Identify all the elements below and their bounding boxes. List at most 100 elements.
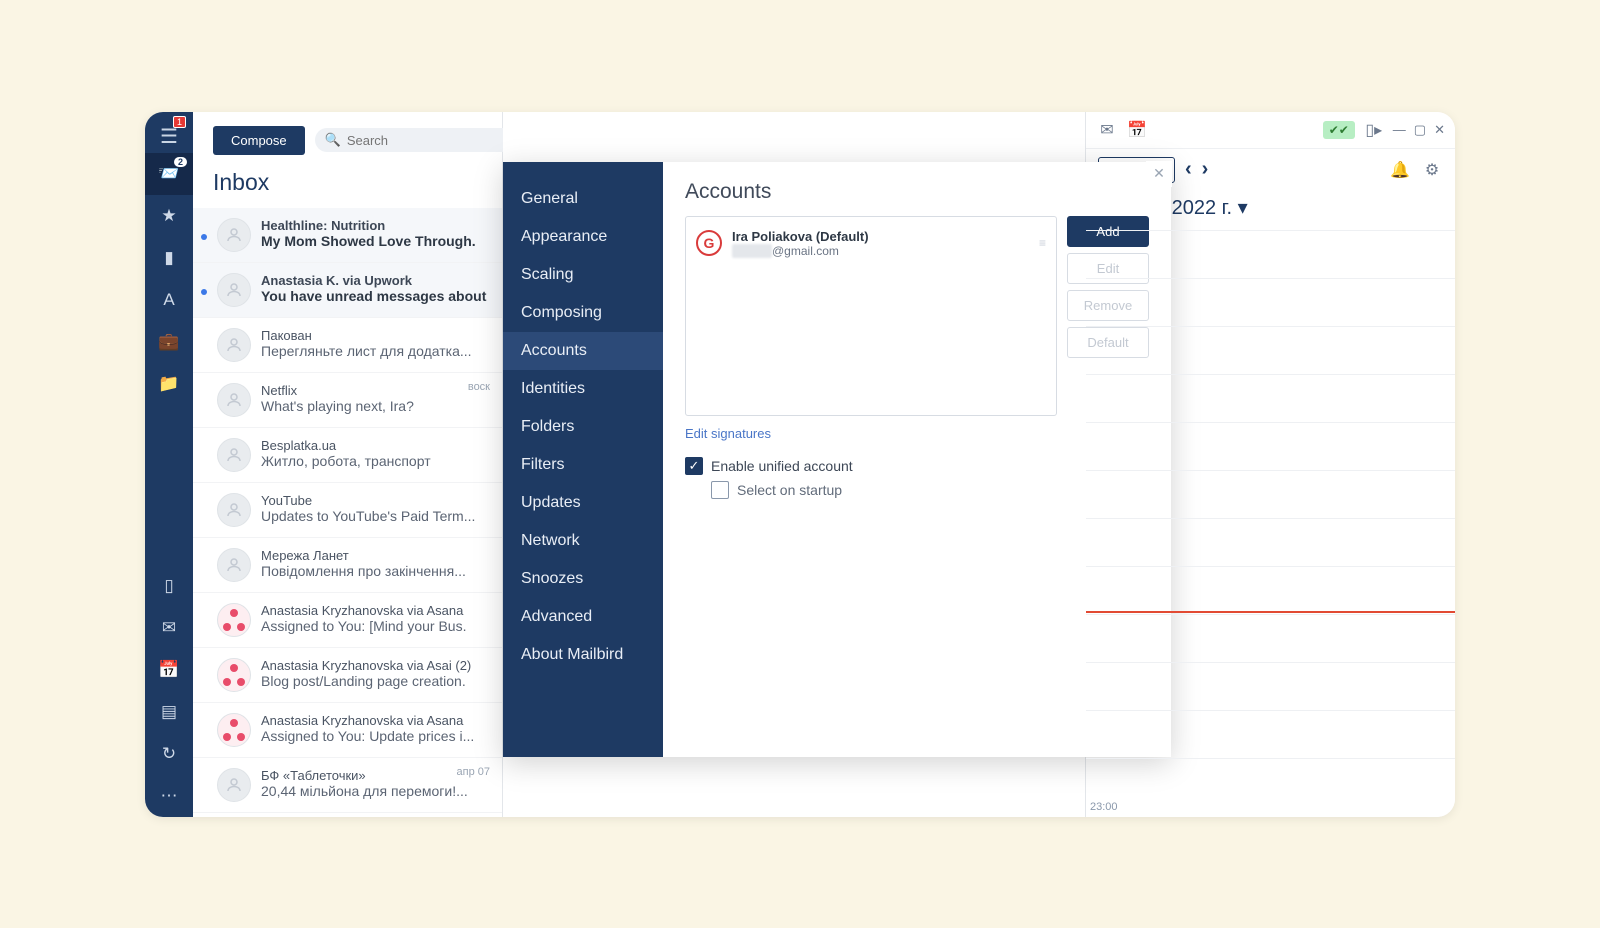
mail-item[interactable]: Anastasia Kryzhanovska via AsanaAssigned…	[193, 593, 502, 648]
current-time-line	[1086, 611, 1455, 613]
more-icon[interactable]: ⋯	[145, 775, 193, 817]
mail-sender: Anastasia Kryzhanovska via Asana	[261, 713, 488, 728]
folder-icon[interactable]: 📁	[145, 363, 193, 405]
mail-sender: Anastasia Kryzhanovska via Asai (2)	[261, 658, 488, 673]
mail-item[interactable]: NetflixWhat's playing next, Ira?воск	[193, 373, 502, 428]
settings-nav-item[interactable]: About Mailbird	[503, 636, 663, 674]
avatar	[217, 383, 251, 417]
avatar	[217, 768, 251, 802]
mail-subject: Assigned to You: [Mind your Bus.	[261, 618, 488, 634]
avatar	[217, 603, 251, 637]
mail-item[interactable]: YouTubeUpdates to YouTube's Paid Term...	[193, 483, 502, 538]
mail-item[interactable]: Healthline: NutritionMy Mom Showed Love …	[193, 208, 502, 263]
settings-nav-item[interactable]: Accounts	[503, 332, 663, 370]
mail-item[interactable]: Anastasia K. via UpworkYou have unread m…	[193, 263, 502, 318]
calendar-toggle-icon[interactable]: 📅	[1126, 120, 1148, 140]
drag-handle-icon[interactable]: ≡	[1039, 236, 1046, 250]
settings-nav-item[interactable]: Snoozes	[503, 560, 663, 598]
account-email: xxxxxx@gmail.com	[732, 244, 1029, 258]
calendar-grid[interactable]: 23:00	[1086, 230, 1455, 817]
briefcase-icon[interactable]: 💼	[145, 321, 193, 363]
settings-nav-item[interactable]: Folders	[503, 408, 663, 446]
panel-icon[interactable]: ▯▸	[1363, 120, 1385, 140]
mail-item[interactable]: Anastasia Kryzhanovska via Asai (2)Blog …	[193, 648, 502, 703]
avatar	[217, 273, 251, 307]
settings-nav-item[interactable]: Advanced	[503, 598, 663, 636]
checkbox-icon[interactable]	[711, 481, 729, 499]
unread-dot-icon	[201, 234, 207, 240]
select-startup-label: Select on startup	[737, 482, 842, 498]
settings-nav-item[interactable]: Network	[503, 522, 663, 560]
mail-subject: Повідомлення про закінчення...	[261, 563, 488, 579]
calendar-toolbar: ✉ 📅 ✔✔ ▯▸ — ▢ ✕	[1086, 112, 1455, 149]
mail-sender: Мережа Ланет	[261, 548, 488, 563]
next-arrow-icon[interactable]: ›	[1202, 158, 1209, 181]
avatar	[217, 328, 251, 362]
avatar	[217, 493, 251, 527]
close-window-icon[interactable]: ✕	[1434, 122, 1445, 138]
mail-sender: YouTube	[261, 493, 488, 508]
mail-item[interactable]: ПакованПерегляньте лист для додатка...	[193, 318, 502, 373]
close-button[interactable]: ✕	[1146, 161, 1172, 187]
font-icon[interactable]: A	[145, 279, 193, 321]
inbox-count-badge: 2	[174, 157, 187, 167]
app-window: ☰ 1 📨 2 ★ ▮ A 💼 📁 ▯ ✉ 📅 ▤ ↻ ⋯ Compose 🔍 …	[145, 112, 1455, 817]
settings-nav-item[interactable]: Composing	[503, 294, 663, 332]
calendar-icon[interactable]: 📅	[145, 649, 193, 691]
inbox-nav-icon[interactable]: 📨 2	[145, 153, 193, 195]
settings-nav-item[interactable]: Filters	[503, 446, 663, 484]
mail-toggle-icon[interactable]: ✉	[1096, 120, 1118, 140]
enable-unified-row[interactable]: ✓ Enable unified account	[685, 457, 1149, 475]
refresh-icon[interactable]: ↻	[145, 733, 193, 775]
account-item[interactable]: G Ira Poliakova (Default) xxxxxx@gmail.c…	[692, 223, 1050, 264]
menu-button[interactable]: ☰ 1	[160, 118, 178, 153]
settings-title: Accounts	[685, 180, 1149, 204]
settings-nav-item[interactable]: General	[503, 180, 663, 218]
settings-nav-item[interactable]: Appearance	[503, 218, 663, 256]
asana-icon	[223, 719, 245, 741]
settings-nav-item[interactable]: Scaling	[503, 256, 663, 294]
account-list: G Ira Poliakova (Default) xxxxxx@gmail.c…	[685, 216, 1057, 416]
mail-sender: БФ «Таблеточки»	[261, 768, 488, 783]
select-startup-row[interactable]: Select on startup	[711, 481, 1149, 499]
reading-panel: ✕ GeneralAppearanceScalingComposingAccou…	[503, 112, 1085, 817]
mail-subject: Updates to YouTube's Paid Term...	[261, 508, 488, 524]
status-ok-icon: ✔✔	[1323, 121, 1355, 139]
doc-icon[interactable]: ▯	[145, 565, 193, 607]
prev-arrow-icon[interactable]: ‹	[1185, 158, 1192, 181]
mail-date: воск	[468, 381, 490, 393]
mail-subject: My Mom Showed Love Through.	[261, 233, 488, 249]
mail-icon[interactable]: ✉	[145, 607, 193, 649]
search-icon: 🔍	[325, 132, 341, 148]
search-input[interactable]	[347, 133, 523, 148]
mail-item[interactable]: Besplatka.uaЖитло, робота, транспорт	[193, 428, 502, 483]
settings-nav-item[interactable]: Identities	[503, 370, 663, 408]
time-label: 23:00	[1090, 801, 1118, 813]
mail-date: апр 07	[457, 766, 490, 778]
sidebar: ☰ 1 📨 2 ★ ▮ A 💼 📁 ▯ ✉ 📅 ▤ ↻ ⋯	[145, 112, 193, 817]
mail-subject: What's playing next, Ira?	[261, 398, 488, 414]
mail-subject: Житло, робота, транспорт	[261, 453, 488, 469]
bell-icon[interactable]: 🔔	[1389, 160, 1411, 180]
mail-sender: Healthline: Nutrition	[261, 218, 488, 233]
mail-sender: Besplatka.ua	[261, 438, 488, 453]
bookmark-icon[interactable]: ▮	[145, 237, 193, 279]
contacts-icon[interactable]: ▤	[145, 691, 193, 733]
settings-dialog: ✕ GeneralAppearanceScalingComposingAccou…	[503, 162, 1171, 757]
mail-sender: Anastasia Kryzhanovska via Asana	[261, 603, 488, 618]
mail-item[interactable]: Мережа ЛанетПовідомлення про закінчення.…	[193, 538, 502, 593]
mail-subject: You have unread messages about	[261, 288, 488, 304]
star-icon[interactable]: ★	[145, 195, 193, 237]
edit-signatures-link[interactable]: Edit signatures	[685, 426, 1149, 441]
mail-subject: Assigned to You: Update prices i...	[261, 728, 488, 744]
settings-nav-item[interactable]: Updates	[503, 484, 663, 522]
account-name: Ira Poliakova (Default)	[732, 229, 1029, 244]
mail-subject: Перегляньте лист для додатка...	[261, 343, 488, 359]
maximize-icon[interactable]: ▢	[1414, 122, 1426, 138]
checkbox-checked-icon[interactable]: ✓	[685, 457, 703, 475]
minimize-icon[interactable]: —	[1393, 122, 1406, 137]
compose-button[interactable]: Compose	[213, 126, 305, 155]
mail-item[interactable]: Anastasia Kryzhanovska via AsanaAssigned…	[193, 703, 502, 758]
mail-item[interactable]: БФ «Таблеточки»20,44 мільйона для перемо…	[193, 758, 502, 813]
gear-icon[interactable]: ⚙	[1421, 160, 1443, 180]
